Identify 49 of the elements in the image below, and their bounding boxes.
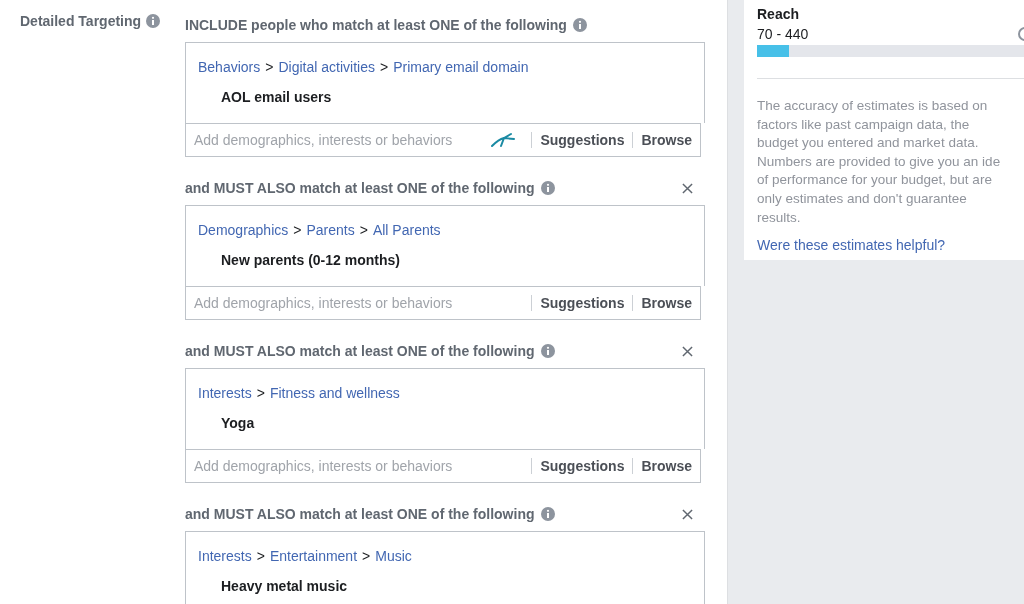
close-icon[interactable] [682,182,693,194]
info-icon[interactable] [540,507,555,521]
breadcrumb-link[interactable]: Entertainment [269,548,358,564]
breadcrumb-link[interactable]: All Parents [372,222,441,238]
breadcrumb-separator: > [256,385,265,401]
breadcrumb-separator: > [256,548,265,564]
breadcrumb-separator: > [379,59,389,75]
section-label: Detailed Targeting [20,13,142,29]
text-button[interactable]: Browse [641,458,692,474]
text-button[interactable]: Suggestions [540,132,625,148]
breadcrumb-link[interactable]: Digital activities [278,59,375,75]
leaping-figure-icon[interactable] [491,132,516,148]
breadcrumb-separator: > [265,59,274,75]
search-field[interactable]: Add demographics, interests or behaviors Suggestions Browse [185,449,701,483]
metric-label: Reach [757,6,801,22]
close-icon[interactable] [682,345,693,357]
breadcrumb-separator: > [359,222,368,238]
info-icon[interactable] [540,344,555,358]
targeting-item[interactable]: Heavy metal music [221,578,692,594]
text-button[interactable]: Suggestions [540,295,625,311]
breadcrumb-link[interactable]: Interests [198,548,252,564]
group-heading: and MUST ALSO match at least ONE of the following [185,343,535,359]
breadcrumb-separator: > [293,222,302,238]
breadcrumb-link[interactable]: Music [375,548,412,564]
group-heading: and MUST ALSO match at least ONE of the following [185,506,535,522]
targeting-item[interactable]: Yoga [221,415,692,431]
targeting-item[interactable]: AOL email users [221,89,692,105]
breadcrumb-link[interactable]: Interests [198,385,252,401]
reach-range: 70 - 440 [757,25,809,42]
info-icon[interactable] [540,181,555,195]
group-heading: and MUST ALSO match at least ONE of the following [185,180,535,196]
breadcrumb-link[interactable]: Parents [306,222,355,238]
targeting-item[interactable]: New parents (0-12 months) [221,252,692,268]
breadcrumb-link[interactable]: Primary email domain [393,59,529,75]
breadcrumb-link[interactable]: Behaviors [198,59,261,75]
search-field[interactable]: Add demographics, interests or behaviors Suggestions Browse [185,286,701,320]
text-button[interactable]: Suggestions [540,458,625,474]
text-button[interactable]: Browse [641,295,692,311]
search-field[interactable]: Add demographics, interests or behaviors Suggestions Browse [185,123,701,157]
breadcrumb-link[interactable]: Fitness and wellness [269,385,400,401]
info-icon[interactable] [572,18,587,32]
estimate-note: The accuracy of estimates is based on factors like past campaign data, the budget you entered and market data. Numbers are provided to give you an ide of performance for your budget, but are only estimates and don't guarantee results. [757,97,1002,227]
close-icon[interactable] [682,508,693,520]
group-heading: INCLUDE people who match at least ONE of the following [185,17,567,33]
feedback-link[interactable]: Were these estimates helpful? [757,237,1024,254]
info-icon[interactable] [146,14,161,28]
breadcrumb-link[interactable]: Demographics [198,222,289,238]
text-button[interactable]: Browse [641,132,692,148]
breadcrumb-separator: > [362,548,371,564]
